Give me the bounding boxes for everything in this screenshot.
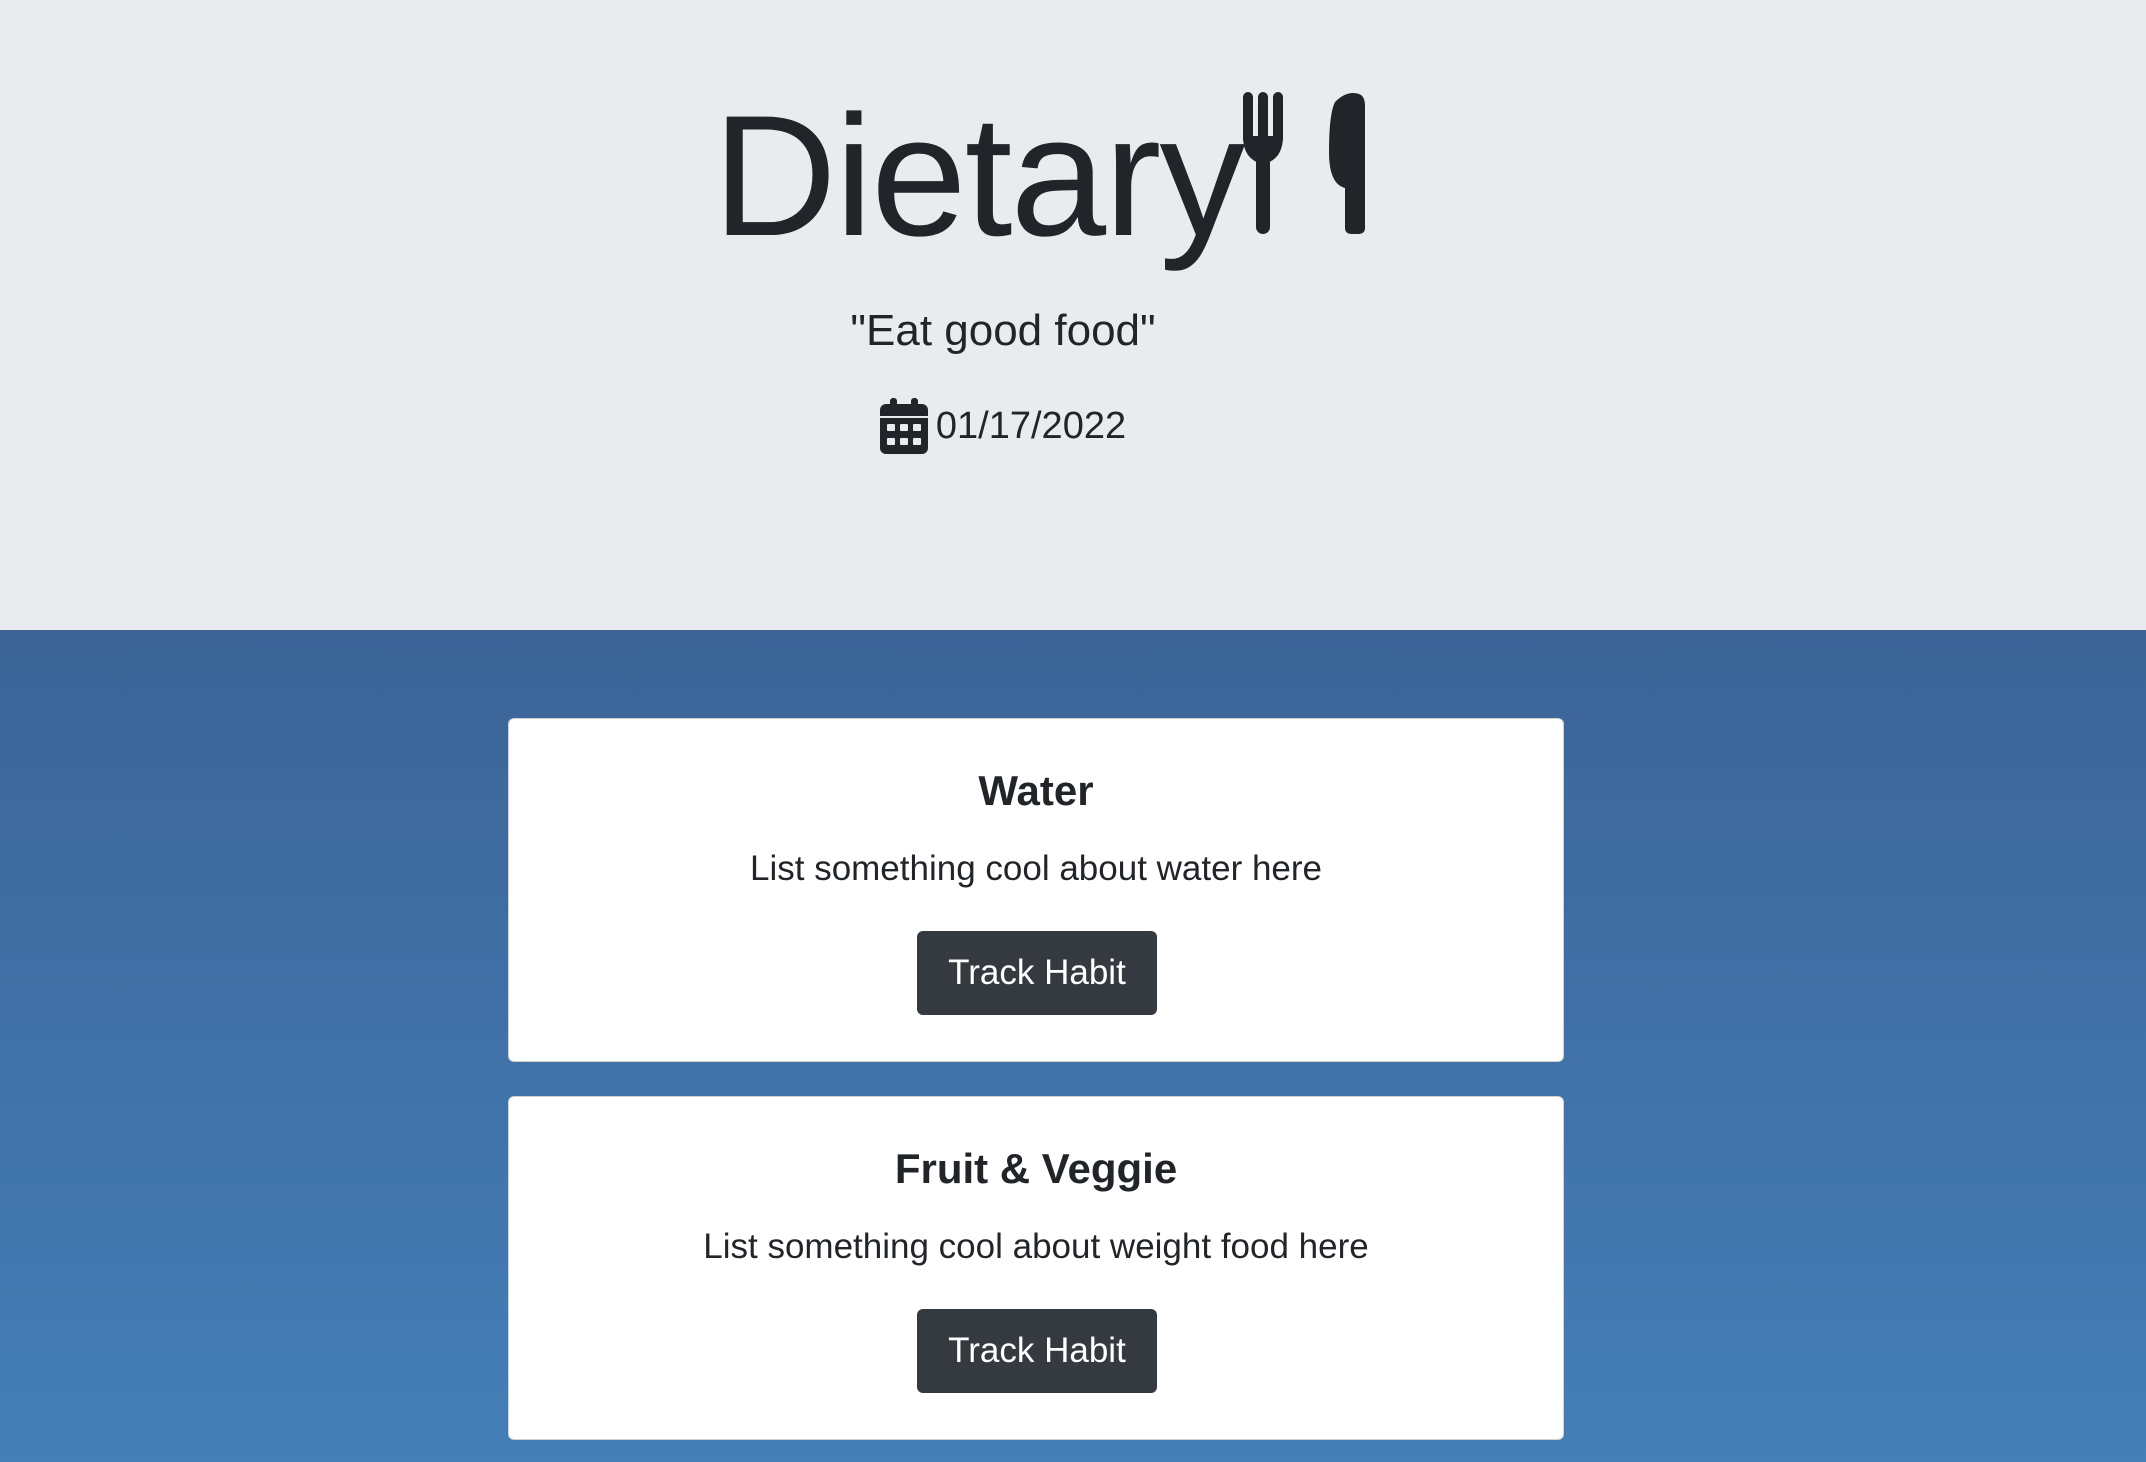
habit-list: Water List something cool about water he…: [0, 630, 2146, 1462]
track-habit-button[interactable]: Track Habit: [917, 931, 1157, 1015]
header: Dietary "Eat good food" 01/17/2022: [0, 0, 2146, 630]
habit-card-water: Water List something cool about water he…: [508, 718, 1564, 1062]
title-row: Dietary: [0, 90, 2146, 262]
card-text: List something cool about weight food he…: [703, 1227, 1369, 1266]
card-text: List something cool about water here: [750, 849, 1322, 888]
calendar-icon: [879, 398, 928, 454]
card-title: Water: [978, 767, 1094, 814]
card-title: Fruit & Veggie: [894, 1145, 1178, 1192]
date-row: 01/17/2022: [0, 398, 2076, 454]
track-habit-button[interactable]: Track Habit: [917, 1309, 1157, 1393]
utensils-icon: [1243, 92, 1366, 234]
habit-card-fruit-veggie: Fruit & Veggie List something cool about…: [508, 1096, 1564, 1440]
slogan: "Eat good food": [850, 306, 1156, 355]
current-date: 01/17/2022: [935, 404, 1127, 447]
page-title: Dietary: [712, 80, 1246, 272]
